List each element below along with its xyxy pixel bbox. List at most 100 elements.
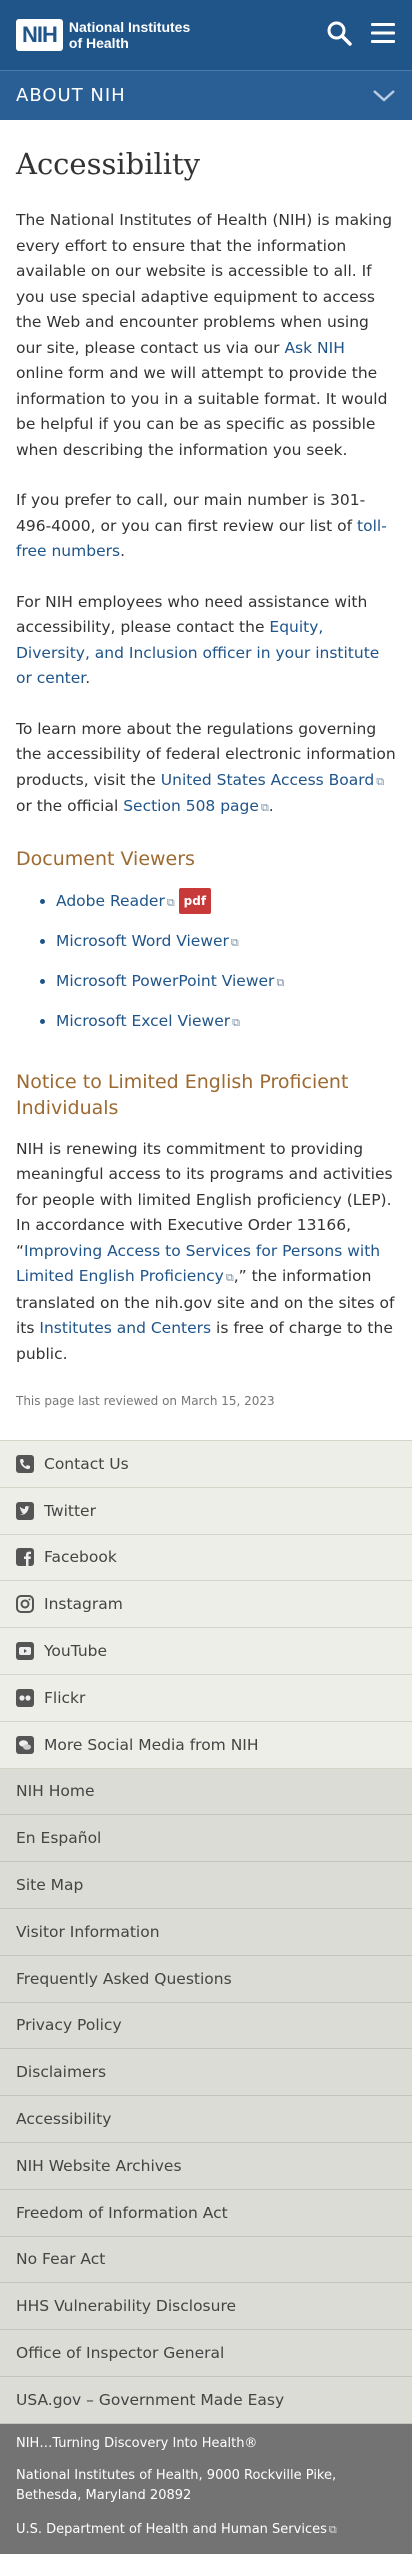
- list-item: Microsoft Word Viewer⧉: [56, 929, 396, 955]
- flickr-icon: [16, 1688, 34, 1707]
- text: .: [120, 542, 125, 560]
- document-viewers-list: Adobe Reader⧉pdf Microsoft Word Viewer⧉ …: [16, 887, 396, 1035]
- social-list: Contact Us Twitter Facebook Instagram Yo…: [0, 1440, 412, 1769]
- employees-paragraph: For NIH employees who need assistance wi…: [16, 590, 396, 692]
- logo-line-1: National Institutes: [68, 19, 191, 35]
- text: .: [85, 669, 91, 687]
- footer-link-site-map[interactable]: Site Map: [0, 1862, 412, 1909]
- social-label: Flickr: [44, 1688, 86, 1707]
- list-item: Adobe Reader⧉pdf: [56, 887, 396, 915]
- hamburger-menu-icon[interactable]: [370, 20, 396, 46]
- nih-logo-mark: NIH: [16, 19, 63, 51]
- footer-link-vulnerability-disclosure[interactable]: HHS Vulnerability Disclosure: [0, 2283, 412, 2331]
- link-text: Microsoft PowerPoint Viewer: [56, 971, 275, 990]
- external-link-icon: ⧉: [225, 1271, 234, 1284]
- footer-link-disclaimers[interactable]: Disclaimers: [0, 2049, 412, 2097]
- site-footer: Contact Us Twitter Facebook Instagram Yo…: [0, 1440, 412, 2554]
- link-text: Microsoft Word Viewer: [56, 931, 229, 950]
- text: The National Institutes of Health (NIH) …: [16, 211, 393, 357]
- about-nih-dropdown[interactable]: ABOUT NIH: [0, 70, 412, 120]
- text: or the official: [16, 797, 124, 815]
- twitter-icon: [16, 1501, 34, 1520]
- footer-flickr[interactable]: Flickr: [0, 1674, 412, 1722]
- link-text: Section 508 page: [123, 797, 259, 815]
- intro-paragraph: The National Institutes of Health (NIH) …: [16, 208, 396, 463]
- external-link-icon: ⧉: [376, 774, 385, 788]
- chat-bubbles-icon: [16, 1735, 34, 1754]
- social-label: Twitter: [44, 1501, 96, 1520]
- footer-tagline: NIH…Turning Discovery Into Health®: [16, 2435, 258, 2451]
- footer-link-nih-home[interactable]: NIH Home: [0, 1768, 412, 1816]
- footer-link-no-fear-act[interactable]: No Fear Act: [0, 2236, 412, 2284]
- footer-link-inspector-general[interactable]: Office of Inspector General: [0, 2330, 412, 2377]
- text: .: [268, 797, 274, 815]
- footer-address: National Institutes of Health, 9000 Rock…: [16, 2467, 337, 2503]
- social-label: Contact Us: [44, 1454, 129, 1473]
- footer-link-visitor-information[interactable]: Visitor Information: [0, 1908, 412, 1956]
- footer-instagram[interactable]: Instagram: [0, 1581, 412, 1629]
- footer-facebook[interactable]: Facebook: [0, 1534, 412, 1582]
- footer-more-social-media[interactable]: More Social Media from NIH: [0, 1721, 412, 1769]
- footer-bottom: NIH…Turning Discovery Into Health® Natio…: [0, 2423, 412, 2554]
- footer-youtube[interactable]: YouTube: [0, 1628, 412, 1675]
- external-link-icon: ⧉: [232, 1015, 240, 1029]
- excel-viewer-link[interactable]: Microsoft Excel Viewer ⧉: [56, 1012, 240, 1030]
- section-508-link[interactable]: Section 508 page ⧉: [123, 797, 269, 815]
- footer-link-website-archives[interactable]: NIH Website Archives: [0, 2142, 412, 2190]
- external-link-icon: ⧉: [230, 935, 239, 949]
- social-label: Facebook: [44, 1548, 117, 1567]
- institutes-centers-link[interactable]: Institutes and Centers: [39, 1319, 211, 1337]
- main-content: Accessibility The National Institutes of…: [0, 120, 412, 1410]
- adobe-reader-link[interactable]: Adobe Reader ⧉: [56, 892, 175, 910]
- powerpoint-viewer-link[interactable]: Microsoft PowerPoint Viewer ⧉: [56, 972, 284, 990]
- social-label: Instagram: [44, 1595, 123, 1614]
- hhs-link[interactable]: U.S. Department of Health and Human Serv…: [16, 2522, 337, 2537]
- footer-link-faq[interactable]: Frequently Asked Questions: [0, 1955, 412, 2003]
- phone-paragraph: If you prefer to call, our main number i…: [16, 488, 396, 565]
- site-header: NIH National Institutes of Health: [0, 0, 412, 70]
- last-reviewed: This page last reviewed on March 15, 202…: [16, 1394, 275, 1408]
- about-nih-label: ABOUT NIH: [16, 85, 126, 106]
- access-board-link[interactable]: United States Access Board ⧉: [161, 771, 384, 789]
- social-label: YouTube: [44, 1642, 108, 1661]
- text: online form and we will attempt to provi…: [16, 364, 388, 459]
- social-label: More Social Media from NIH: [44, 1735, 259, 1754]
- footer-link-usa-gov[interactable]: USA.gov – Government Made Easy: [0, 2376, 412, 2424]
- nih-logo-link[interactable]: NIH National Institutes of Health: [16, 19, 190, 51]
- header-icons: [326, 20, 396, 46]
- footer-contact-us[interactable]: Contact Us: [0, 1441, 412, 1488]
- pdf-badge: pdf: [178, 887, 212, 914]
- external-link-icon: ⧉: [276, 975, 285, 989]
- lep-paragraph: NIH is renewing its commitment to provid…: [16, 1137, 396, 1368]
- link-text: U.S. Department of Health and Human Serv…: [16, 2521, 327, 2537]
- ask-nih-link[interactable]: Ask NIH: [284, 339, 344, 357]
- link-text: Adobe Reader: [56, 891, 165, 910]
- external-link-icon: ⧉: [166, 895, 175, 909]
- footer-nav-list: NIH Home En Español Site Map Visitor Inf…: [0, 1768, 412, 2424]
- text: If you prefer to call, our main number i…: [16, 491, 366, 535]
- phone-icon: [16, 1454, 34, 1473]
- footer-link-espanol[interactable]: En Español: [0, 1815, 412, 1863]
- word-viewer-link[interactable]: Microsoft Word Viewer ⧉: [56, 932, 239, 950]
- regulations-paragraph: To learn more about the regulations gove…: [16, 717, 396, 821]
- facebook-icon: [16, 1548, 34, 1567]
- lep-heading: Notice to Limited English Proficient Ind…: [16, 1070, 349, 1119]
- footer-link-accessibility[interactable]: Accessibility: [0, 2096, 412, 2143]
- link-text: Microsoft Excel Viewer: [56, 1011, 231, 1030]
- chevron-down-icon: [372, 84, 396, 108]
- footer-twitter[interactable]: Twitter: [0, 1487, 412, 1535]
- search-icon[interactable]: [326, 20, 352, 46]
- list-item: Microsoft Excel Viewer⧉: [56, 1009, 396, 1035]
- nih-logo-text: National Institutes of Health: [69, 19, 190, 51]
- link-text: United States Access Board: [160, 770, 375, 789]
- external-link-icon: ⧉: [260, 801, 269, 814]
- footer-link-foia[interactable]: Freedom of Information Act: [0, 2189, 412, 2237]
- youtube-icon: [16, 1642, 34, 1661]
- logo-line-2: of Health: [68, 35, 129, 51]
- page-title: Accessibility: [16, 147, 201, 181]
- instagram-icon: [16, 1595, 34, 1614]
- footer-link-privacy-policy[interactable]: Privacy Policy: [0, 2002, 412, 2050]
- list-item: Microsoft PowerPoint Viewer⧉: [56, 969, 396, 995]
- external-link-icon: ⧉: [328, 2522, 337, 2536]
- document-viewers-heading: Document Viewers: [16, 847, 195, 870]
